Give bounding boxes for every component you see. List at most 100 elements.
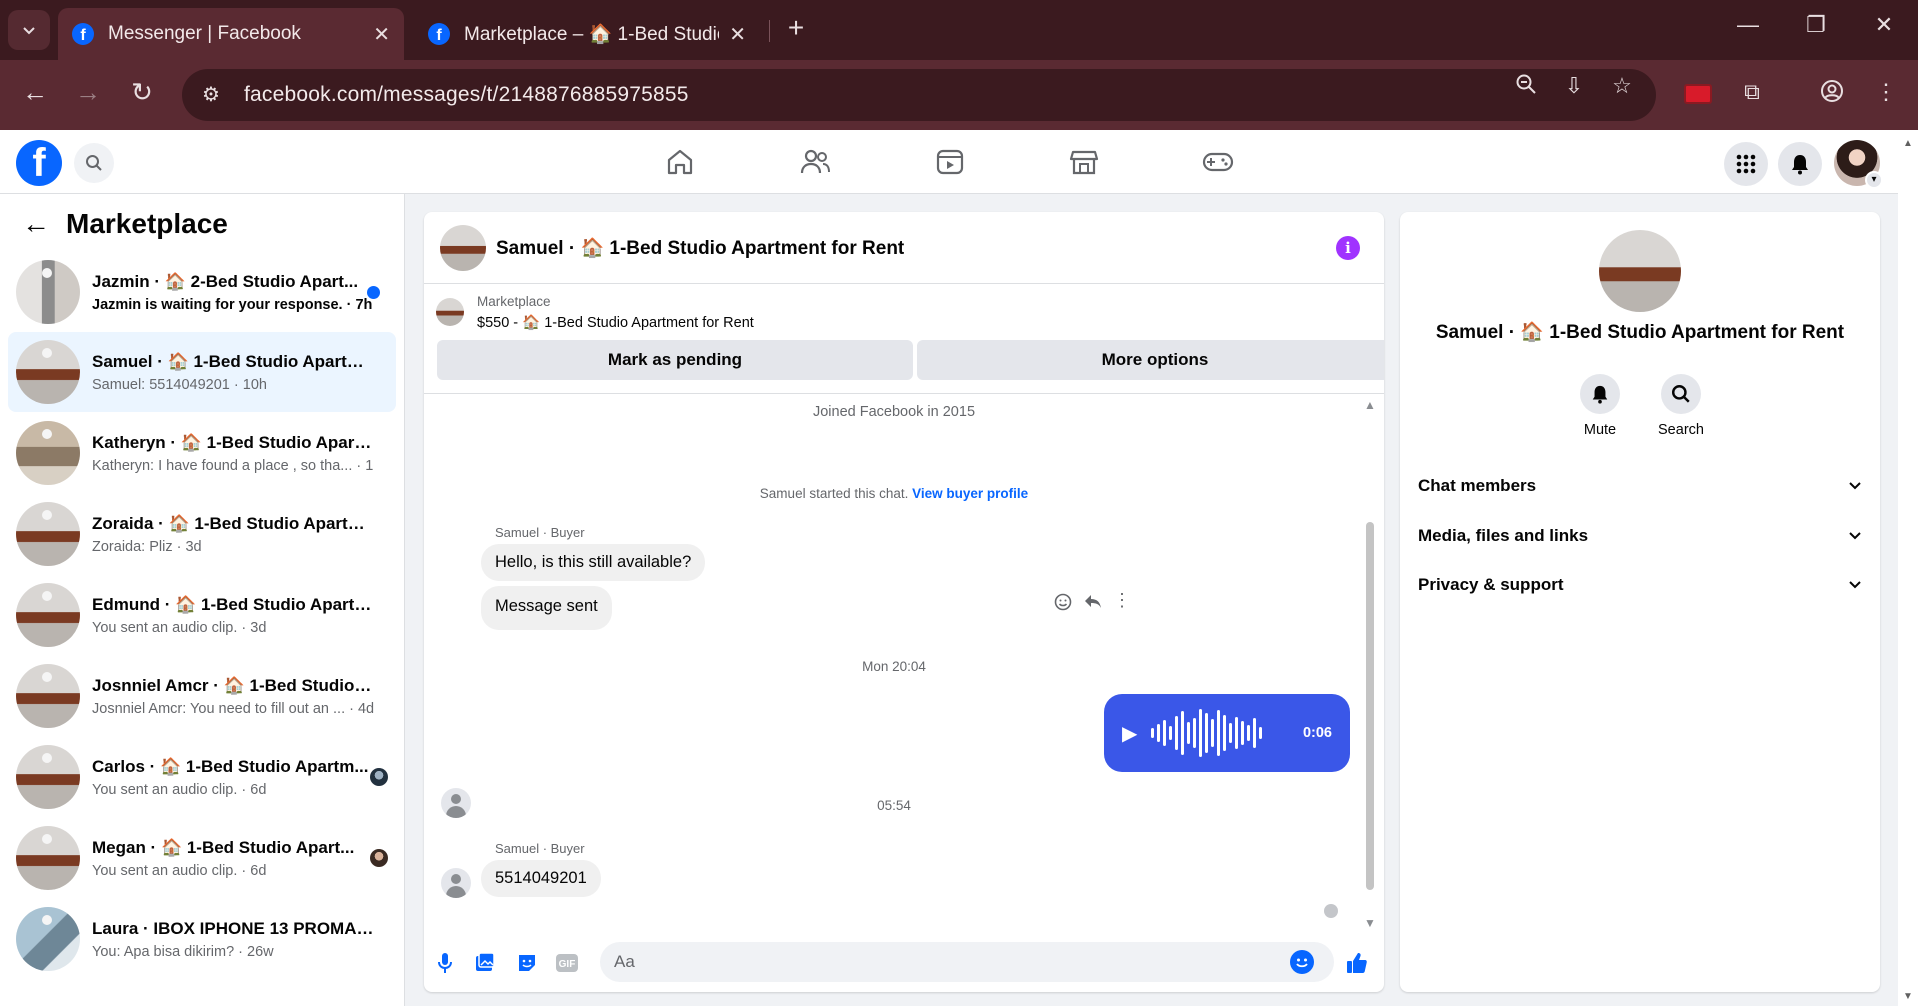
browser-menu-icon[interactable]: ⋮ xyxy=(1870,79,1902,105)
audio-message[interactable]: ▶ 0:06 xyxy=(1104,694,1350,772)
conversation-item[interactable]: Jazmin · 🏠 2-Bed Studio Apart... Jazmin i… xyxy=(8,252,396,332)
facebook-top-nav: f ▾ xyxy=(0,130,1898,194)
more-options-button[interactable]: More options xyxy=(917,340,1384,380)
waveform-bar xyxy=(1163,720,1167,746)
joined-note: Joined Facebook in 2015 xyxy=(812,404,976,420)
conversation-name: Zoraida · 🏠 1-Bed Studio Apartme... xyxy=(92,513,374,533)
photo-icon[interactable] xyxy=(472,950,498,976)
privacy-support-section[interactable]: Privacy & support xyxy=(1414,563,1866,607)
tab-title: Marketplace – 🏠 1-Bed Studio xyxy=(464,24,720,45)
conversation-item[interactable]: Megan · 🏠 1-Bed Studio Apart... You sent … xyxy=(8,818,396,898)
site-info-icon[interactable]: ⚙ xyxy=(196,80,226,110)
conversation-preview: Josnniel Amcr: You need to fill out an .… xyxy=(92,700,374,717)
extension-icon[interactable] xyxy=(1684,84,1712,104)
zoom-icon[interactable] xyxy=(1510,73,1542,101)
notifications-button[interactable] xyxy=(1778,142,1822,186)
conversation-item[interactable]: Katheryn · 🏠 1-Bed Studio Apart... Kather… xyxy=(8,413,396,493)
address-bar[interactable]: ⚙ facebook.com/messages/t/21488768859758… xyxy=(182,69,1656,121)
listing-thumbnail xyxy=(16,583,80,647)
extensions-puzzle-icon[interactable]: ⧉ xyxy=(1736,79,1768,105)
back-button[interactable]: ← xyxy=(17,77,53,108)
gaming-nav-icon[interactable] xyxy=(1198,144,1238,180)
search-in-chat-button[interactable]: Search xyxy=(1641,374,1721,438)
conversation-item[interactable]: Zoraida · 🏠 1-Bed Studio Apartme... Zorai… xyxy=(8,494,396,574)
chevron-down-icon xyxy=(1848,478,1862,495)
chat-avatar[interactable] xyxy=(440,224,486,271)
chat-title[interactable]: Samuel · 🏠 1-Bed Studio Apartment for Re… xyxy=(496,236,904,260)
message-bubble[interactable]: Hello, is this still available? xyxy=(481,544,706,581)
emoji-icon[interactable] xyxy=(1290,950,1314,974)
waveform-bar xyxy=(1193,718,1197,748)
close-tab-icon[interactable]: ✕ xyxy=(729,22,746,47)
chat-members-section[interactable]: Chat members xyxy=(1414,464,1866,508)
chat-scrollbar[interactable]: ▲ ▼ xyxy=(1362,394,1378,934)
conversation-name: Josnniel Amcr · 🏠 1-Bed Studio A... xyxy=(92,675,374,695)
more-actions-icon[interactable]: ⋮ xyxy=(1112,590,1132,611)
react-emoji-icon[interactable] xyxy=(1050,593,1076,616)
bookmark-star-icon[interactable]: ☆ xyxy=(1606,73,1638,99)
section-label: Media, files and links xyxy=(1418,526,1589,545)
scrollbar-thumb[interactable] xyxy=(1366,522,1374,890)
sticker-icon[interactable] xyxy=(514,950,540,976)
listing-thumbnail xyxy=(16,907,80,971)
facebook-logo-icon[interactable]: f xyxy=(16,140,62,186)
reply-icon[interactable] xyxy=(1080,591,1106,616)
back-arrow-icon[interactable]: ← xyxy=(22,208,50,240)
mute-button[interactable]: Mute xyxy=(1560,374,1640,438)
conversation-item[interactable]: Laura · IBOX IPHONE 13 PROMAX ... You: Ap… xyxy=(8,899,396,979)
tab-search-button[interactable] xyxy=(8,10,50,50)
account-avatar[interactable]: ▾ xyxy=(1834,140,1883,189)
conversation-item[interactable]: Josnniel Amcr · 🏠 1-Bed Studio A... Josnn… xyxy=(8,656,396,736)
profile-icon[interactable] xyxy=(1816,79,1848,109)
conversation-item[interactable]: Edmund · 🏠 1-Bed Studio Apartm... You sen… xyxy=(8,575,396,655)
close-window-button[interactable]: ✕ xyxy=(1864,12,1904,38)
conversation-name: Jazmin · 🏠 2-Bed Studio Apart... xyxy=(92,271,359,291)
minimize-button[interactable]: — xyxy=(1728,12,1768,38)
section-label: Privacy & support xyxy=(1418,575,1564,594)
scroll-up-arrow-icon[interactable]: ▲ xyxy=(1903,138,1913,149)
conversation-name: Carlos · 🏠 1-Bed Studio Apartm... xyxy=(92,756,369,776)
tab-divider xyxy=(769,20,770,42)
new-tab-button[interactable]: + xyxy=(780,12,812,44)
search-button[interactable] xyxy=(74,143,114,183)
conversation-preview: You sent an audio clip. · 6d xyxy=(92,862,267,879)
browser-toolbar: ← → ↻ ⚙ facebook.com/messages/t/21488768… xyxy=(0,60,1918,130)
page-scrollbar[interactable]: ▲ ▼ xyxy=(1898,130,1918,1006)
seen-indicator-avatar xyxy=(1324,904,1338,918)
conversation-name: Megan · 🏠 1-Bed Studio Apart... xyxy=(92,837,355,857)
info-icon[interactable]: i xyxy=(1336,236,1360,260)
friends-nav-icon[interactable] xyxy=(795,144,835,180)
reload-button[interactable]: ↻ xyxy=(124,77,160,108)
restore-button[interactable]: ❐ xyxy=(1796,12,1836,38)
message-bubble[interactable]: 5514049201 xyxy=(481,860,601,897)
sidebar-title: Marketplace xyxy=(66,208,228,239)
message-bubble[interactable]: Message sent xyxy=(481,586,612,630)
menu-grid-button[interactable] xyxy=(1724,142,1768,186)
scroll-down-arrow-icon[interactable]: ▼ xyxy=(1903,991,1913,1002)
sender-avatar[interactable] xyxy=(441,868,471,898)
thumbs-up-icon[interactable] xyxy=(1344,950,1370,976)
install-app-icon[interactable]: ⇩ xyxy=(1558,73,1590,99)
conversation-item[interactable]: Carlos · 🏠 1-Bed Studio Apartm... You sen… xyxy=(8,737,396,817)
marketplace-nav-icon[interactable] xyxy=(1064,144,1104,180)
timestamp: 05:54 xyxy=(877,798,911,813)
message-input[interactable]: Aa xyxy=(600,942,1334,982)
tab-messenger[interactable]: f Messenger | Facebook ✕ xyxy=(58,8,404,60)
view-buyer-profile-link[interactable]: View buyer profile xyxy=(912,486,1028,501)
forward-button[interactable]: → xyxy=(70,77,106,108)
listing-thumbnail xyxy=(16,340,80,404)
listing-price-title[interactable]: $550 - 🏠 1-Bed Studio Apartment for Rent xyxy=(477,314,754,331)
microphone-icon[interactable] xyxy=(432,950,458,976)
close-tab-icon[interactable]: ✕ xyxy=(373,22,390,47)
scroll-down-arrow-icon[interactable]: ▼ xyxy=(1364,916,1376,930)
conversation-item[interactable]: Samuel · 🏠 1-Bed Studio Apartme... Samuel… xyxy=(8,332,396,412)
mark-as-pending-button[interactable]: Mark as pending xyxy=(437,340,913,380)
gif-icon[interactable]: GIF xyxy=(554,950,580,976)
video-nav-icon[interactable] xyxy=(930,144,970,180)
conversation-preview: You sent an audio clip. · 3d xyxy=(92,619,267,636)
tab-marketplace[interactable]: f Marketplace – 🏠 1-Bed Studio ✕ xyxy=(414,8,760,60)
home-nav-icon[interactable] xyxy=(660,144,700,180)
media-files-links-section[interactable]: Media, files and links xyxy=(1414,514,1866,558)
scroll-up-arrow-icon[interactable]: ▲ xyxy=(1364,398,1376,412)
play-icon[interactable]: ▶ xyxy=(1122,721,1137,746)
